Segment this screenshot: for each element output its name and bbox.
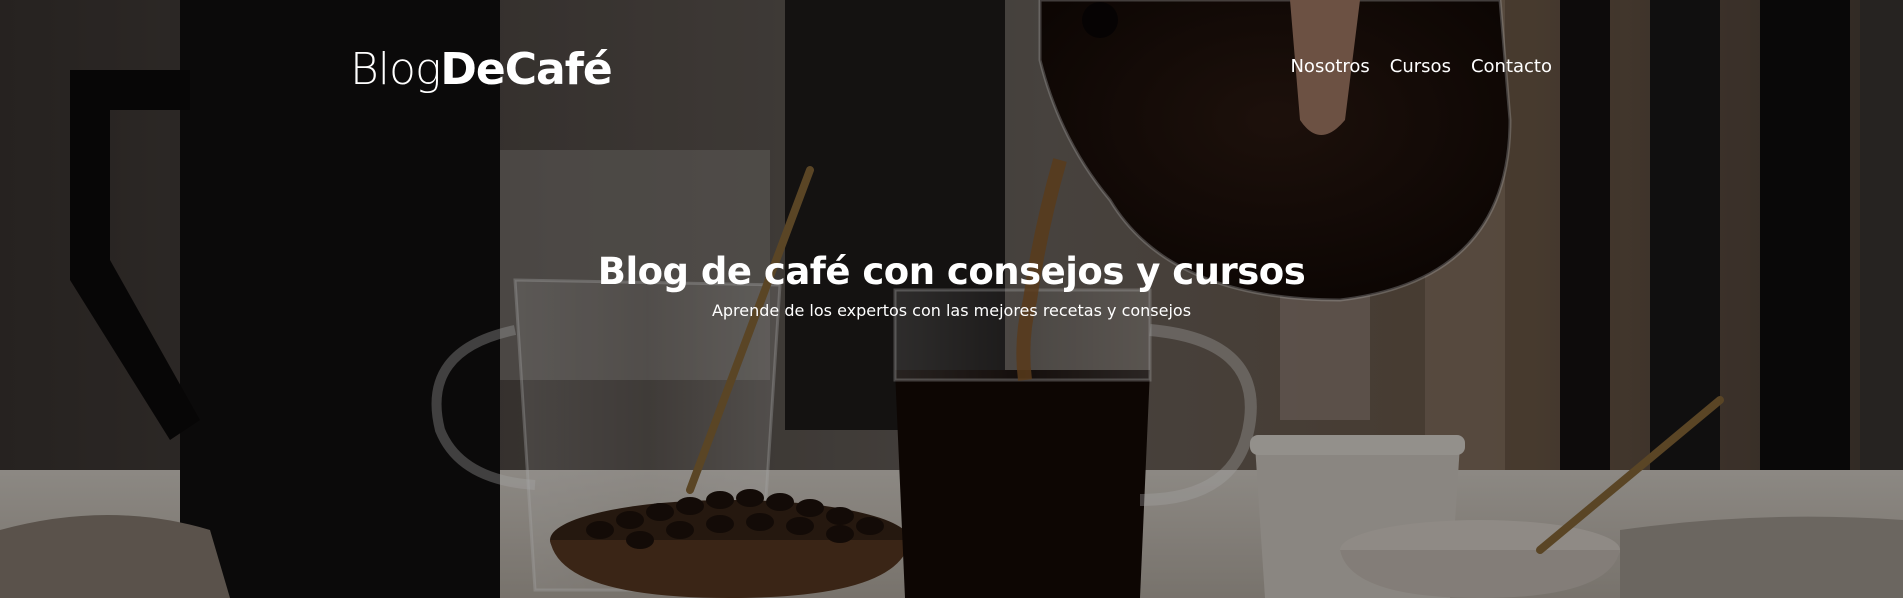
- logo-text-light: Blog: [350, 44, 441, 95]
- hero-subtitle: Aprende de los expertos con las mejores …: [711, 301, 1192, 320]
- nav-link-nosotros[interactable]: Nosotros: [1290, 55, 1369, 79]
- nav-link-cursos[interactable]: Cursos: [1390, 55, 1451, 79]
- logo-text-bold: DeCafé: [440, 44, 612, 95]
- main-navigation: Nosotros Cursos Contacto: [1290, 55, 1552, 79]
- hero-overlay: [0, 0, 1903, 598]
- nav-link-contacto[interactable]: Contacto: [1471, 55, 1552, 79]
- hero-title: Blog de café con consejos y cursos: [597, 250, 1306, 293]
- hero-section: BlogDeCafé Nosotros Cursos Contacto Blog…: [0, 0, 1903, 598]
- site-logo[interactable]: BlogDeCafé: [350, 40, 613, 100]
